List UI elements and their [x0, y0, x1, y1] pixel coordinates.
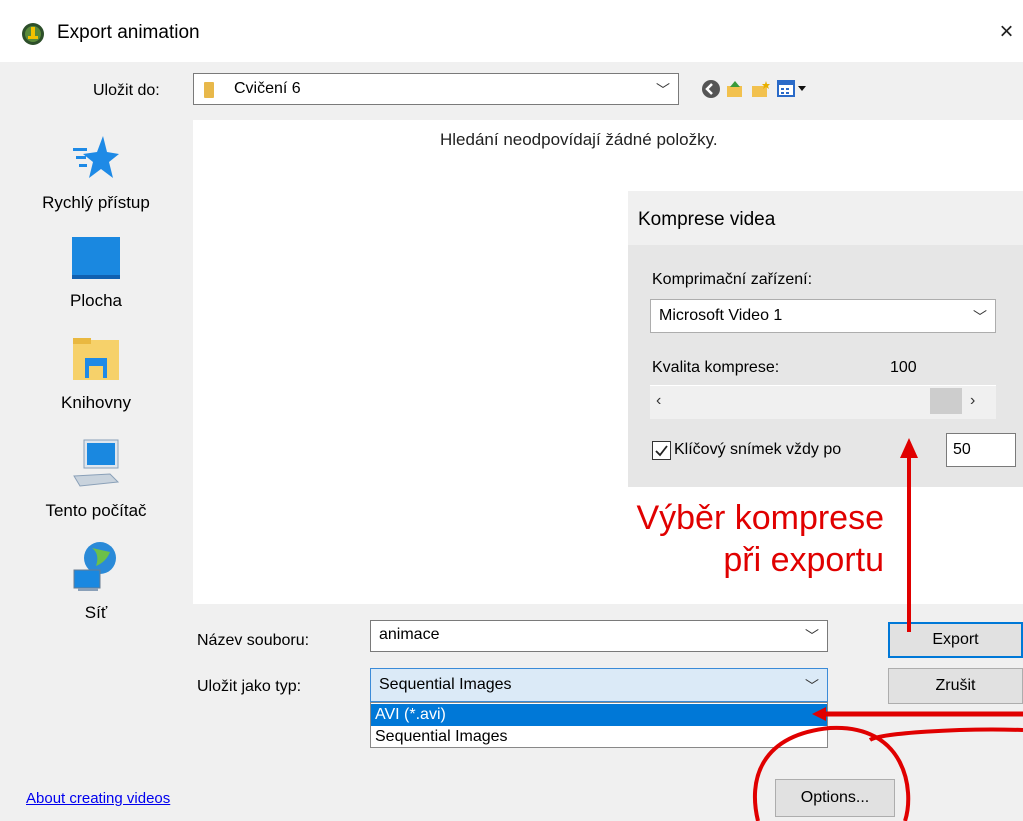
- place-quick-access[interactable]: Rychlý přístup: [0, 134, 192, 213]
- annotation-line-1: Výběr komprese: [636, 499, 884, 537]
- chevron-down-icon: ﹀: [973, 309, 987, 325]
- quality-slider[interactable]: ‹ ›: [650, 385, 996, 419]
- place-label: Knihovny: [61, 393, 131, 412]
- options-button[interactable]: Options...: [775, 779, 895, 817]
- back-icon[interactable]: [700, 78, 722, 100]
- panel-top-border: [628, 187, 1023, 191]
- filetype-dropdown: AVI (*.avi) Sequential Images: [370, 702, 828, 748]
- compression-inner: Komprimační zařízení: Microsoft Video 1 …: [628, 245, 1023, 487]
- view-menu-icon[interactable]: [776, 78, 810, 100]
- filename-label: Název souboru:: [197, 632, 310, 649]
- this-pc-icon: [73, 439, 120, 487]
- window-title: Export animation: [57, 22, 200, 43]
- place-label: Rychlý přístup: [42, 193, 150, 212]
- place-label: Tento počítač: [45, 501, 147, 520]
- keyframe-checkbox[interactable]: [652, 441, 671, 460]
- save-in-value: Cvičení 6: [234, 80, 301, 97]
- video-compression-panel: Komprese videa Komprimační zařízení: Mic…: [628, 187, 1023, 487]
- quality-value: 100: [890, 359, 917, 376]
- up-folder-icon[interactable]: [724, 78, 746, 100]
- filetype-option-sequential[interactable]: Sequential Images: [371, 726, 827, 748]
- close-button[interactable]: ×: [990, 14, 1023, 50]
- folder-icon: [204, 82, 214, 98]
- chevron-down-icon: ﹀: [805, 678, 819, 694]
- keyframe-label: Klíčový snímek vždy po: [674, 441, 842, 458]
- chevron-down-icon: ﹀: [656, 82, 670, 98]
- libraries-icon: [73, 338, 119, 380]
- quality-label: Kvalita komprese:: [652, 359, 780, 376]
- place-network[interactable]: Síť: [0, 540, 192, 623]
- place-this-pc[interactable]: Tento počítač: [0, 438, 192, 521]
- filetype-select[interactable]: Sequential Images ﹀: [370, 668, 828, 702]
- desktop-icon: [72, 237, 120, 279]
- keyframe-interval-input[interactable]: 50: [946, 433, 1016, 467]
- cancel-button[interactable]: Zrušit: [888, 668, 1023, 704]
- about-videos-link[interactable]: About creating videos: [26, 790, 170, 807]
- chevron-down-icon[interactable]: ﹀: [805, 626, 819, 646]
- keyframe-interval-value: 50: [953, 441, 971, 458]
- compression-title: Komprese videa: [638, 209, 776, 230]
- app-globe-icon: [21, 22, 45, 46]
- empty-list-message: Hledání neodpovídají žádné položky.: [440, 130, 718, 149]
- annotation-line-2: při exportu: [723, 541, 884, 579]
- filetype-value: Sequential Images: [379, 676, 512, 693]
- place-label: Síť: [84, 603, 108, 622]
- scroll-right-icon[interactable]: ›: [970, 392, 975, 410]
- place-desktop[interactable]: Plocha: [0, 236, 192, 311]
- compressor-label: Komprimační zařízení:: [652, 271, 813, 288]
- place-label: Plocha: [70, 291, 122, 310]
- export-button[interactable]: Export: [888, 622, 1023, 658]
- checkmark-icon: [655, 445, 668, 457]
- filename-input[interactable]: animace ﹀: [370, 620, 828, 652]
- compressor-select[interactable]: Microsoft Video 1 ﹀: [650, 299, 996, 333]
- filetype-option-avi[interactable]: AVI (*.avi): [371, 704, 827, 726]
- places-bar: Rychlý přístup Plocha Knihovny Tento poč…: [0, 120, 192, 730]
- filetype-label: Uložit jako typ:: [197, 678, 302, 695]
- scroll-left-icon[interactable]: ‹: [656, 392, 661, 410]
- title-bar: Export animation ×: [0, 0, 1023, 62]
- save-in-label: Uložit do:: [93, 82, 160, 99]
- compressor-value: Microsoft Video 1: [659, 307, 783, 324]
- save-in-combo[interactable]: Cvičení 6 ﹀: [193, 73, 679, 105]
- place-libraries[interactable]: Knihovny: [0, 336, 192, 413]
- network-icon: [73, 542, 116, 591]
- quick-access-star-icon: [73, 136, 119, 178]
- filename-value: animace: [379, 626, 440, 643]
- new-folder-icon[interactable]: [750, 78, 772, 100]
- quality-slider-thumb[interactable]: [930, 388, 962, 414]
